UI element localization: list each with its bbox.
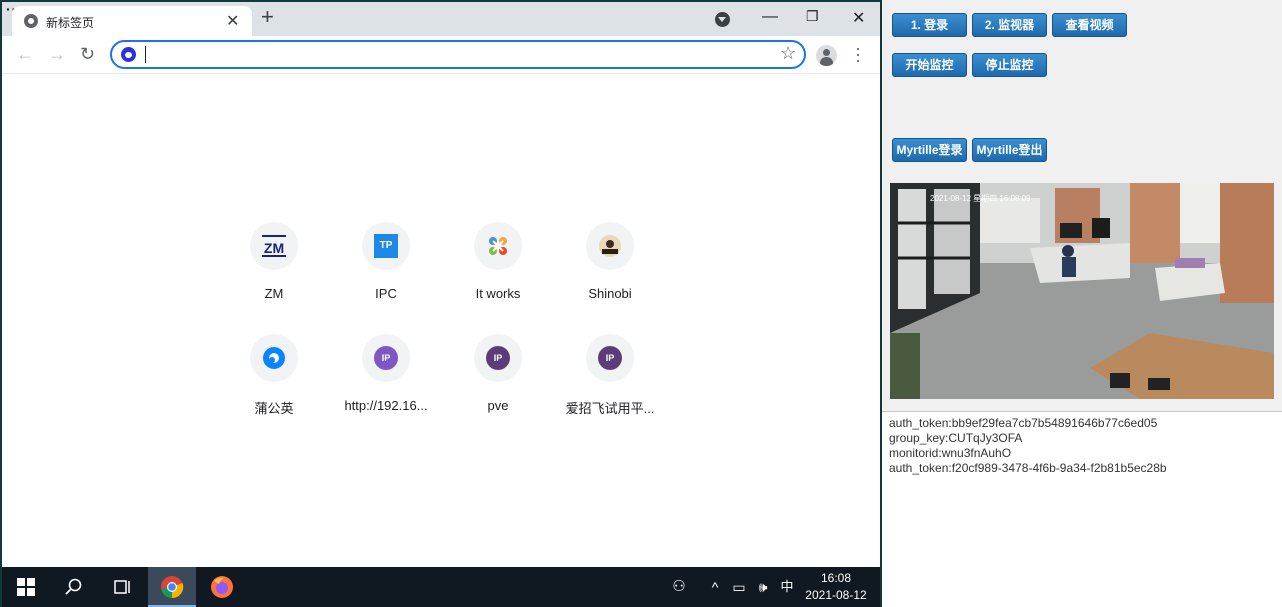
ip-icon: IP: [474, 334, 522, 382]
browser-toolbar: ← → ↻ ☆ · · ·: [2, 36, 880, 74]
zm-icon: ZM: [250, 222, 298, 270]
tab-close-icon[interactable]: ✕: [226, 11, 239, 31]
start-monitor-button[interactable]: 开始监控: [892, 53, 967, 77]
shortcut-label: IPC: [375, 286, 397, 301]
shortcut-label: It works: [475, 286, 521, 301]
network-icon[interactable]: ▭: [728, 567, 750, 607]
close-window-button[interactable]: ✕: [852, 8, 865, 28]
firefox-taskbar-icon[interactable]: [198, 567, 246, 607]
shortcut-tile[interactable]: ZM ZM: [218, 222, 330, 322]
log-line: monitorid:wnu3fnAuhO: [889, 446, 1012, 460]
windows-taskbar: ⚇ ^ ▭ 🕪 中 16:08 2021-08-12: [2, 567, 880, 607]
search-icon[interactable]: [50, 567, 98, 607]
log-output[interactable]: auth_token:bb9ef29fea7cb7b54891646b77c6e…: [882, 411, 1282, 607]
ime-indicator[interactable]: 中: [776, 567, 798, 607]
shortcut-label: http://192.16...: [344, 398, 428, 413]
browser-tabstrip: ··· 新标签页 ✕ + — ❐ ✕: [2, 2, 880, 36]
new-tab-favicon-icon: [24, 14, 38, 28]
login-button[interactable]: 1. 登录: [892, 13, 967, 37]
volume-icon[interactable]: 🕪: [752, 567, 774, 607]
log-line: auth_token:bb9ef29fea7cb7b54891646b77c6e…: [889, 416, 1158, 430]
video-timestamp-overlay: 2021-08-12 星期四 16:08:09: [930, 194, 1031, 203]
myrtille-logout-button[interactable]: Myrtille登出: [972, 138, 1047, 162]
task-view-icon[interactable]: [98, 567, 146, 607]
minimize-button[interactable]: —: [762, 8, 778, 26]
ip-icon: IP: [586, 334, 634, 382]
camera-video-feed[interactable]: 2021-08-12 星期四 16:08:09: [890, 183, 1274, 399]
shortcut-label: pve: [487, 398, 509, 413]
text-cursor: [145, 46, 146, 63]
shortcut-label: 爱招飞试用平...: [565, 401, 655, 416]
view-video-button[interactable]: 查看视频: [1052, 13, 1127, 37]
bookmark-star-icon[interactable]: ☆: [780, 43, 796, 64]
office-camera-image: 2021-08-12 星期四 16:08:09: [890, 183, 1274, 399]
restore-button[interactable]: ❐: [806, 8, 819, 25]
start-button[interactable]: [2, 567, 50, 607]
tab-title: 新标签页: [46, 16, 95, 30]
monitor-button[interactable]: 2. 监视器: [972, 13, 1047, 37]
shortcut-tile[interactable]: IP pve: [442, 334, 554, 434]
log-line: auth_token:f20cf989-3478-4f6b-9a34-f2b81…: [889, 461, 1167, 475]
reload-button[interactable]: ↻: [80, 45, 95, 63]
tray-expand-icon[interactable]: ^: [704, 567, 726, 607]
shortcut-label: Shinobi: [588, 286, 632, 301]
shinobi-icon: [586, 222, 634, 270]
back-button[interactable]: ←: [16, 45, 34, 63]
shortcut-tile[interactable]: IP http://192.16...: [330, 334, 442, 434]
forward-button[interactable]: →: [48, 45, 66, 63]
address-bar[interactable]: ☆: [110, 40, 806, 69]
pgy-icon: [250, 334, 298, 382]
shortcut-tile[interactable]: TP IPC: [330, 222, 442, 322]
myrtille-login-button[interactable]: Myrtille登录: [892, 138, 967, 162]
taskbar-clock[interactable]: 16:08 2021-08-12: [796, 570, 876, 604]
baidu-search-icon[interactable]: [121, 47, 136, 62]
shortcut-tile[interactable]: It works: [442, 222, 554, 322]
shortcut-label: 蒲公英: [254, 401, 294, 416]
stop-monitor-button[interactable]: 停止监控: [972, 53, 1047, 77]
ip-icon: IP: [362, 334, 410, 382]
shortcut-tile[interactable]: Shinobi: [554, 222, 666, 322]
log-line: group_key:CUTqJy3OFA: [889, 431, 1023, 445]
tp-link-icon: TP: [362, 222, 410, 270]
chrome-taskbar-icon[interactable]: [148, 567, 196, 607]
clock-date: 2021-08-12: [805, 588, 867, 602]
shortcut-tile[interactable]: IP 爱招飞试用平...: [554, 334, 666, 434]
clock-time: 16:08: [820, 571, 852, 585]
remote-desktop[interactable]: ··· 新标签页 ✕ + — ❐ ✕ ← → ↻ ☆ ··· ZM ZM TP IPC…: [2, 2, 880, 607]
browser-tab[interactable]: 新标签页 ✕: [12, 6, 252, 36]
control-panel: 1. 登录 2. 监视器 查看视频 开始监控 停止监控 Myrtille登录 M…: [882, 0, 1282, 411]
profile-avatar[interactable]: [816, 45, 837, 66]
shortcut-tile[interactable]: 蒲公英: [218, 334, 330, 434]
people-icon[interactable]: ⚇: [668, 567, 690, 607]
new-tab-button[interactable]: +: [261, 6, 274, 28]
shortcut-label: ZM: [264, 286, 284, 301]
joomla-icon: [474, 222, 522, 270]
tab-search-icon[interactable]: [715, 12, 730, 27]
browser-menu-icon[interactable]: · · ·: [854, 39, 862, 69]
